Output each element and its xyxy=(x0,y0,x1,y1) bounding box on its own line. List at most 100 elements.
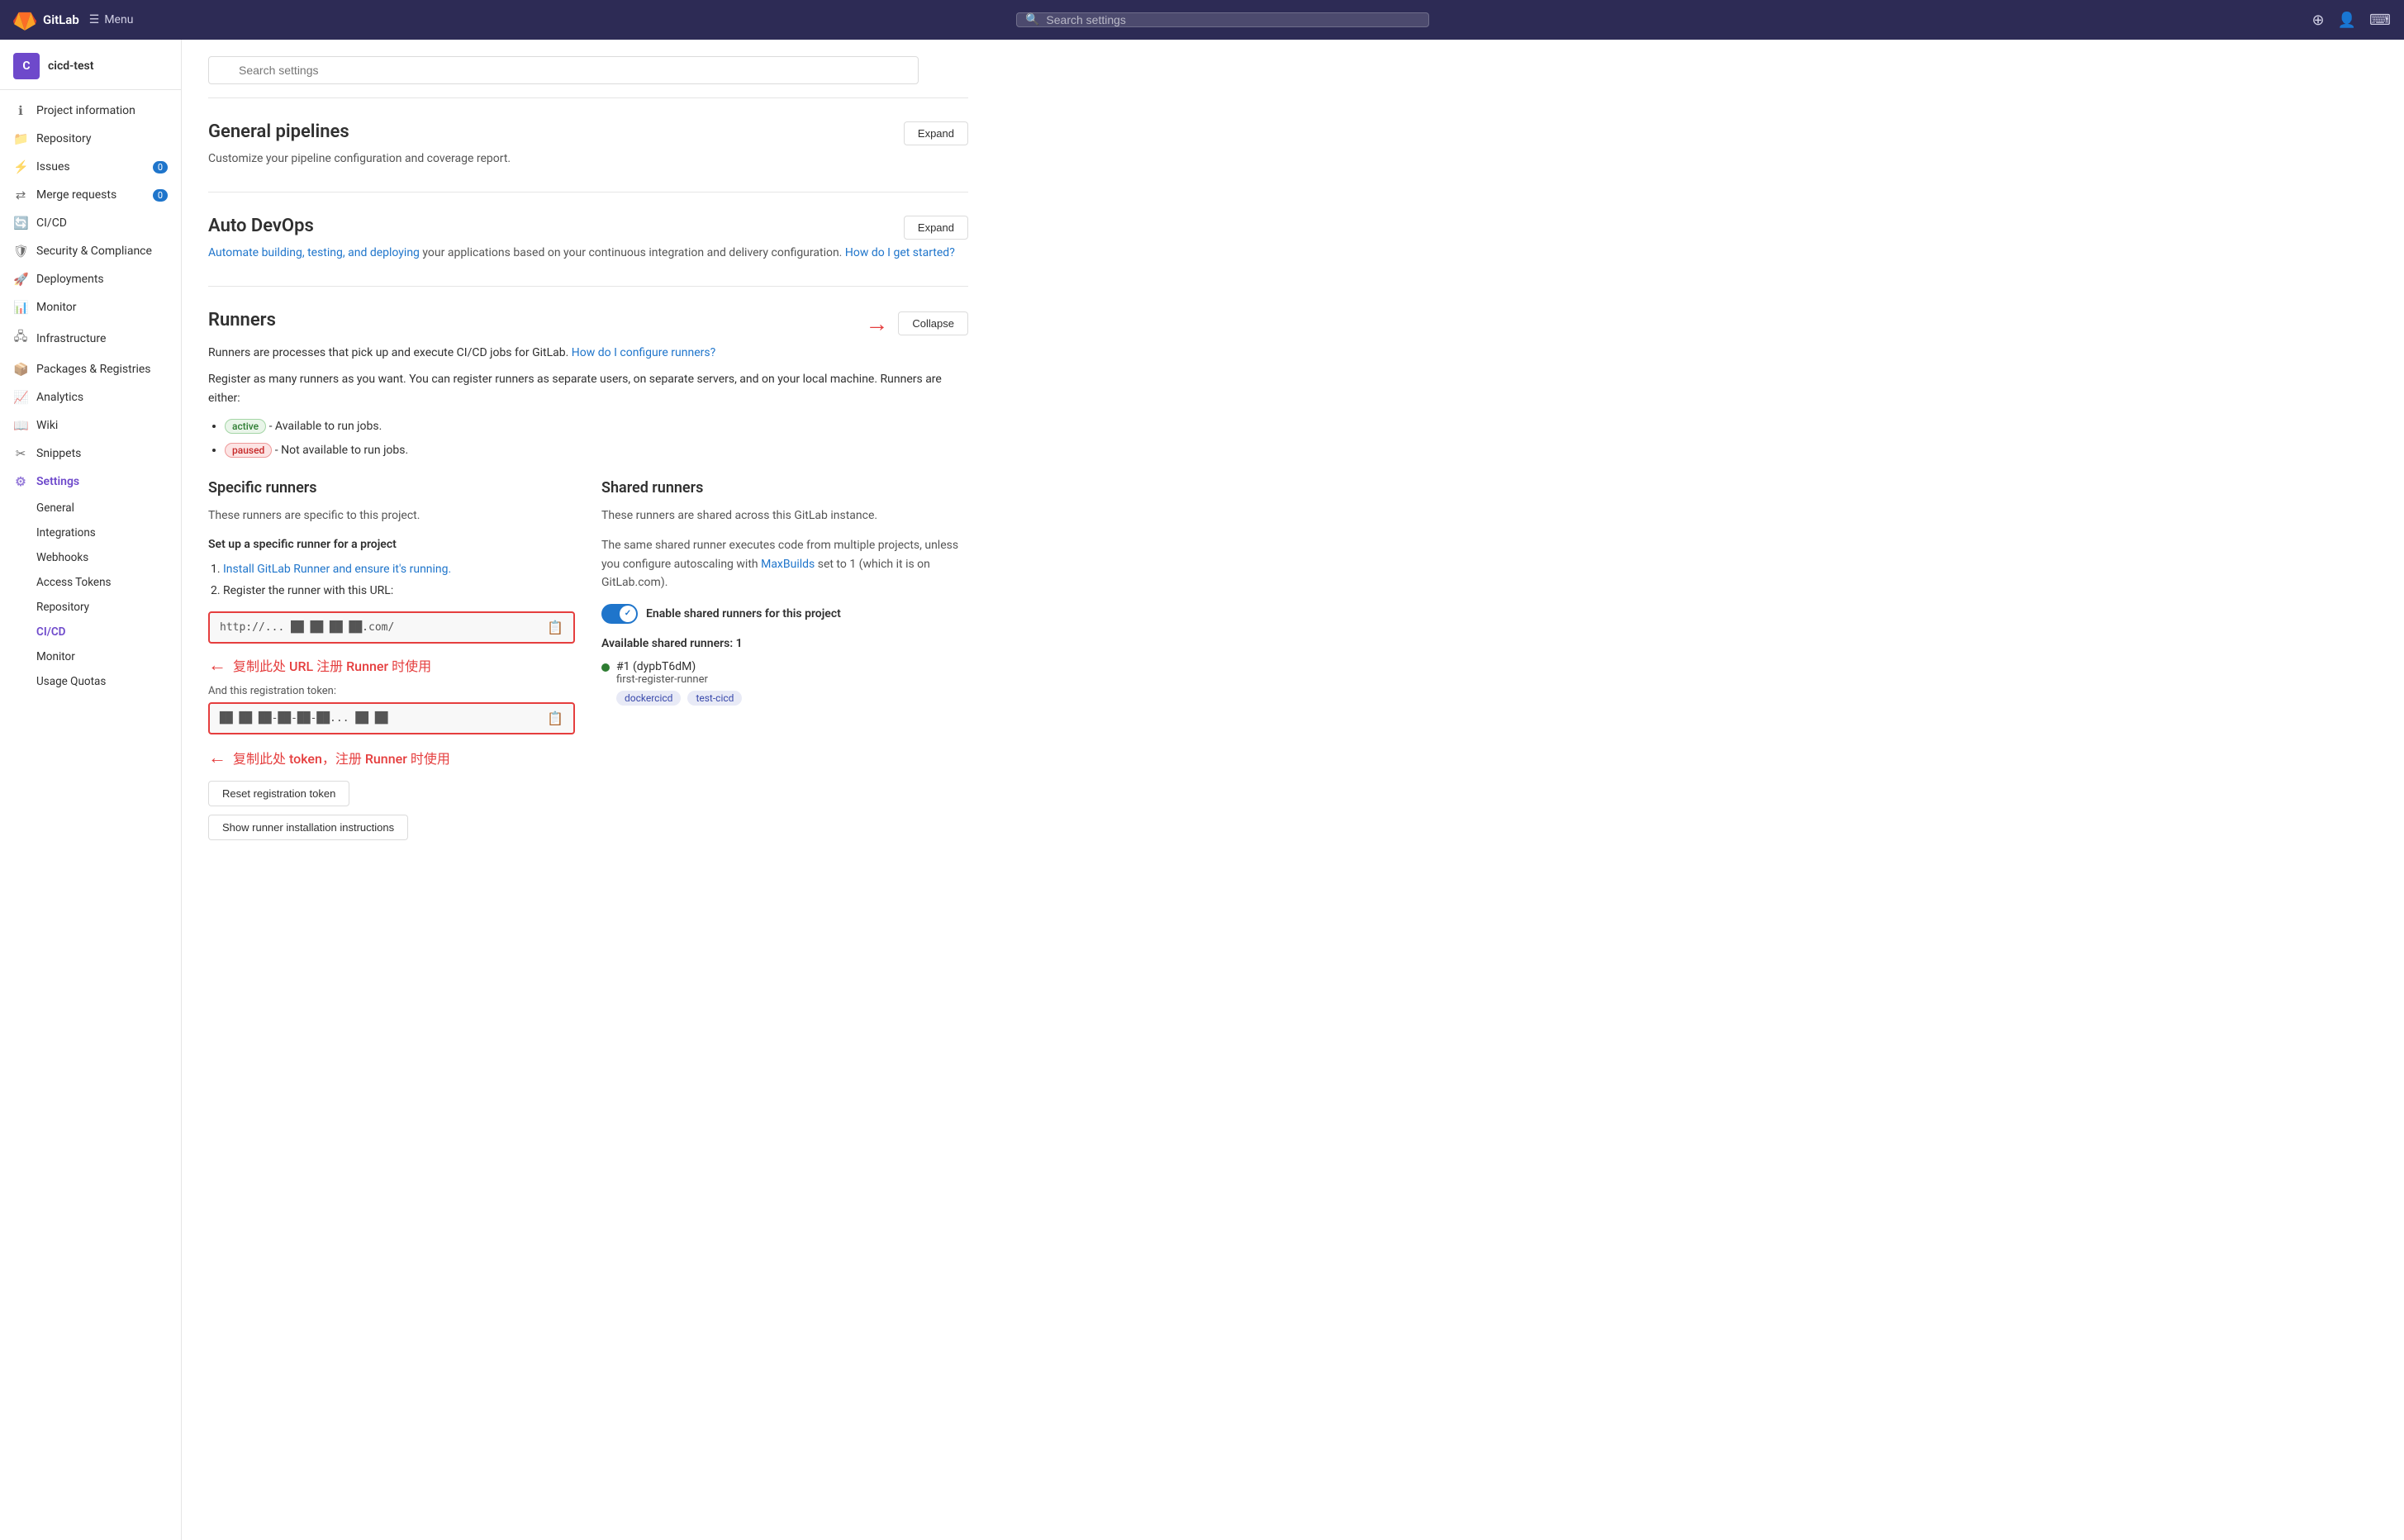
collapse-arrow: → xyxy=(865,310,888,337)
sidebar-item-label: Wiki xyxy=(36,419,58,432)
sidebar-item-monitor[interactable]: 📊 Monitor xyxy=(0,293,181,321)
subitem-usage-quotas[interactable]: Usage Quotas xyxy=(0,669,181,694)
infrastructure-icon: 🖧 xyxy=(13,328,28,349)
gitlab-logo[interactable]: GitLab xyxy=(13,8,79,31)
global-search[interactable]: 🔍 xyxy=(1016,12,1429,27)
sidebar-item-label: Issues xyxy=(36,160,70,173)
general-pipelines-expand-button[interactable]: Expand xyxy=(904,121,968,145)
configure-runners-link[interactable]: How do I configure runners? xyxy=(572,346,715,359)
general-pipelines-section: General pipelines Expand Customize your … xyxy=(208,97,968,192)
specific-runners-desc: These runners are specific to this proje… xyxy=(208,506,575,525)
runners-title: Runners xyxy=(208,310,276,330)
hamburger-icon: ☰ xyxy=(89,13,100,26)
maxbuilds-link[interactable]: MaxBuilds xyxy=(761,558,815,571)
token-label: And this registration token: xyxy=(208,685,575,697)
shared-runners-title: Shared runners xyxy=(601,479,968,497)
project-header[interactable]: C cicd-test xyxy=(0,40,181,90)
auto-devops-section: Auto DevOps Expand Automate building, te… xyxy=(208,192,968,286)
sidebar-item-repository[interactable]: 📁 Repository xyxy=(0,125,181,153)
setup-title: Set up a specific runner for a project xyxy=(208,538,575,551)
sidebar-item-snippets[interactable]: ✂ Snippets xyxy=(0,440,181,468)
sidebar-item-merge-requests[interactable]: ⇄ Merge requests 0 xyxy=(0,181,181,209)
sidebar-item-wiki[interactable]: 📖 Wiki xyxy=(0,411,181,440)
subitem-access-tokens[interactable]: Access Tokens xyxy=(0,570,181,595)
plus-icon[interactable]: ⊕ xyxy=(2312,12,2325,29)
sidebar-item-label: Snippets xyxy=(36,447,81,460)
copy-url-icon[interactable]: 📋 xyxy=(547,620,563,635)
runner-id: #1 (dypbT6dM) xyxy=(616,660,742,673)
step2: Register the runner with this URL: xyxy=(223,581,575,601)
sidebar-item-project-information[interactable]: ℹ Project information xyxy=(0,97,181,125)
global-search-input[interactable] xyxy=(1046,13,1420,26)
token-annotation: 复制此处 token，注册 Runner 时使用 xyxy=(233,748,450,768)
menu-toggle[interactable]: ☰ Menu xyxy=(89,13,134,26)
subitem-webhooks[interactable]: Webhooks xyxy=(0,545,181,570)
runner-tag-testcicd: test-cicd xyxy=(687,691,742,706)
copy-token-icon[interactable]: 📋 xyxy=(547,711,563,726)
analytics-icon: 📈 xyxy=(13,390,28,405)
subitem-monitor[interactable]: Monitor xyxy=(0,644,181,669)
sidebar-item-analytics[interactable]: 📈 Analytics xyxy=(0,383,181,411)
general-pipelines-title: General pipelines xyxy=(208,121,349,142)
toggle-label: Enable shared runners for this project xyxy=(646,607,841,620)
runner-status-dot xyxy=(601,663,610,672)
info-icon: ℹ xyxy=(13,103,28,118)
sidebar-item-issues[interactable]: ⚡ Issues 0 xyxy=(0,153,181,181)
settings-icon: ⚙ xyxy=(13,474,28,489)
sidebar-item-infrastructure[interactable]: 🖧 Infrastructure xyxy=(0,321,181,355)
sidebar-item-label: Monitor xyxy=(36,301,77,314)
url-arrow: ← xyxy=(208,654,226,676)
sidebar-item-label: CI/CD xyxy=(36,216,67,230)
collapse-btn-wrap: → Collapse xyxy=(865,310,968,337)
issues-icon: ⚡ xyxy=(13,159,28,174)
settings-search-input[interactable] xyxy=(208,56,919,84)
paused-badge: paused xyxy=(225,443,272,458)
auto-devops-desc: Automate building, testing, and deployin… xyxy=(208,246,968,259)
runner-name: first-register-runner xyxy=(616,673,742,686)
cicd-icon: 🔄 xyxy=(13,216,28,231)
get-started-link[interactable]: How do I get started? xyxy=(845,246,955,259)
runners-section: Runners → Collapse Runners are processes… xyxy=(208,286,968,872)
subitem-integrations[interactable]: Integrations xyxy=(0,520,181,545)
sidebar-item-packages[interactable]: 📦 Packages & Registries xyxy=(0,355,181,383)
subitem-general[interactable]: General xyxy=(0,496,181,520)
runner-entry: #1 (dypbT6dM) first-register-runner dock… xyxy=(601,660,968,706)
sidebar-item-label: Deployments xyxy=(36,273,104,286)
sidebar-item-cicd[interactable]: 🔄 CI/CD xyxy=(0,209,181,237)
sidebar-item-label: Packages & Registries xyxy=(36,363,151,376)
subitem-cicd[interactable]: CI/CD ← xyxy=(0,620,181,644)
runners-collapse-button[interactable]: Collapse xyxy=(898,311,968,335)
reset-token-button[interactable]: Reset registration token xyxy=(208,781,349,806)
settings-submenu: General Integrations Webhooks Access Tok… xyxy=(0,496,181,694)
sidebar-item-deployments[interactable]: 🚀 Deployments xyxy=(0,265,181,293)
url-annotation: 复制此处 URL 注册 Runner 时使用 xyxy=(233,655,431,675)
sidebar-item-settings[interactable]: ⚙ Settings ← xyxy=(0,468,181,496)
auto-devops-title: Auto DevOps xyxy=(208,216,314,236)
runner-token-box: ██ ██ ██-██-██-██... ██ ██ 📋 xyxy=(208,702,575,734)
shield-icon: 🛡 xyxy=(13,244,28,259)
profile-icon[interactable]: 👤 xyxy=(2338,12,2356,29)
auto-devops-expand-button[interactable]: Expand xyxy=(904,216,968,240)
sidebar-item-label: Settings xyxy=(36,475,79,488)
keyboard-icon[interactable]: ⌨ xyxy=(2369,12,2391,29)
token-arrow: ← xyxy=(208,747,226,768)
runners-columns: Specific runners These runners are speci… xyxy=(208,479,968,848)
top-navigation: GitLab ☰ Menu 🔍 ⊕ 👤 ⌨ xyxy=(0,0,2404,40)
paused-bullet: paused - Not available to run jobs. xyxy=(225,441,968,459)
runner-url-box: http://... ██ ██ ██ ██.com/ 📋 xyxy=(208,611,575,644)
enable-shared-runners-row: ✓ Enable shared runners for this project xyxy=(601,604,968,624)
specific-runners-col: Specific runners These runners are speci… xyxy=(208,479,575,848)
install-runner-link[interactable]: Install GitLab Runner and ensure it's ru… xyxy=(223,563,451,576)
subitem-repository[interactable]: Repository xyxy=(0,595,181,620)
monitor-icon: 📊 xyxy=(13,300,28,315)
sidebar-item-security[interactable]: 🛡 Security & Compliance xyxy=(0,237,181,265)
available-runners-count: Available shared runners: 1 xyxy=(601,637,968,650)
merge-badge: 0 xyxy=(153,189,168,202)
show-instructions-button[interactable]: Show runner installation instructions xyxy=(208,815,408,840)
sidebar: C cicd-test ℹ Project information 📁 Repo… xyxy=(0,40,182,1540)
specific-runners-title: Specific runners xyxy=(208,479,575,497)
toggle-knob: ✓ xyxy=(620,606,636,622)
shared-runners-toggle[interactable]: ✓ xyxy=(601,604,638,624)
runners-bullets: active - Available to run jobs. paused -… xyxy=(225,417,968,459)
automate-link[interactable]: Automate building, testing, and deployin… xyxy=(208,246,420,259)
